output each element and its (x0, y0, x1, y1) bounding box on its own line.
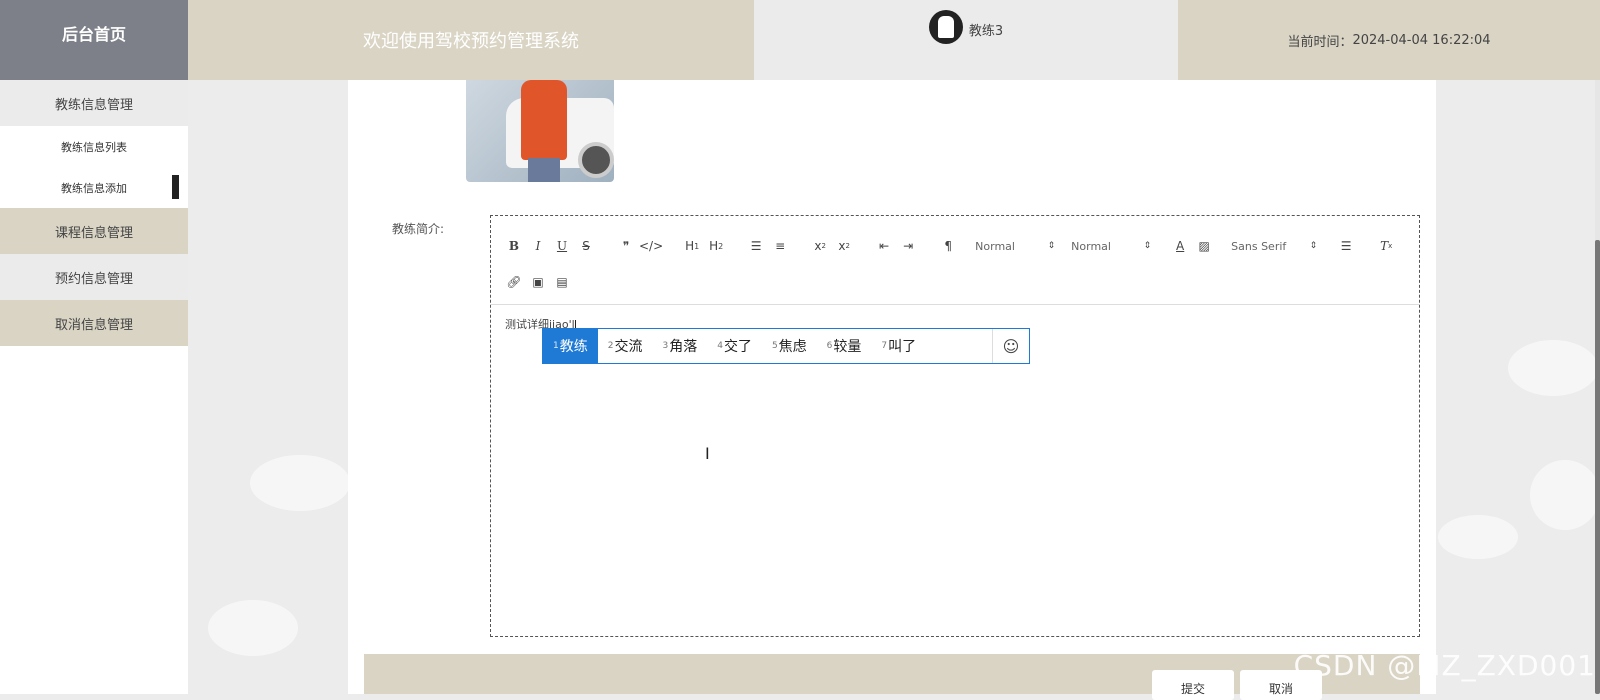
text-color-icon[interactable]: A (1169, 234, 1191, 258)
ime-candidate-text: 焦虑 (778, 339, 807, 355)
superscript-icon[interactable]: x2 (833, 234, 855, 258)
toolbar-row: B I U S ❞ </> H1 H2 ☰ ≡ x2 x2 ⇤ ⇥ ¶ Norm… (503, 234, 1399, 258)
ime-candidate-bar: 1 教练 2 交流 3 角落 4 交了 5 焦虑 6 较量 7 叫了 ☺ (542, 328, 1030, 364)
bullet-list-icon[interactable]: ≡ (769, 234, 791, 258)
header-select[interactable]: Normal ⇕ (975, 234, 1055, 258)
photo-legs (528, 158, 560, 182)
ime-candidate[interactable]: 6 较量 (817, 329, 872, 363)
chevron-updown-icon: ⇕ (1143, 241, 1152, 251)
sidebar-group-booking-info[interactable]: 预约信息管理 (0, 254, 188, 300)
scrollbar-thumb[interactable] (1595, 240, 1600, 694)
coach-photo[interactable] (466, 80, 614, 182)
ime-candidate[interactable]: 1 教练 (543, 329, 598, 363)
emoji-icon[interactable]: ☺ (992, 329, 1029, 363)
intro-label: 教练简介: (392, 222, 445, 236)
submit-button[interactable]: 提交 (1152, 670, 1234, 700)
toolbar-row: 🔗︎ ▣ ▤ (503, 270, 575, 294)
ime-candidate[interactable]: 4 交了 (707, 329, 762, 363)
ime-candidate[interactable]: 7 叫了 (871, 329, 926, 363)
chevron-updown-icon: ⇕ (1309, 241, 1318, 251)
image-icon[interactable]: ▣ (527, 270, 549, 294)
ime-candidate-text: 教练 (559, 339, 588, 355)
video-icon[interactable]: ▤ (551, 270, 573, 294)
background-color-icon[interactable]: ▨ (1193, 234, 1215, 258)
ibeam-cursor-icon: I (705, 444, 710, 463)
ime-candidate-number: 6 (826, 341, 833, 351)
indent-icon[interactable]: ⇥ (897, 234, 919, 258)
outdent-icon[interactable]: ⇤ (873, 234, 895, 258)
strike-icon[interactable]: S (575, 234, 597, 258)
ime-candidate-number: 7 (881, 341, 888, 351)
ime-candidate-number: 2 (607, 341, 614, 351)
ime-candidate-text: 较量 (833, 339, 862, 355)
italic-icon[interactable]: I (527, 234, 549, 258)
ime-candidate-number: 4 (717, 341, 723, 351)
background-bubble (1530, 460, 1600, 530)
ime-candidate[interactable]: 2 交流 (598, 329, 653, 363)
ime-candidate-text: 角落 (669, 339, 698, 355)
blockquote-icon[interactable]: ❞ (615, 234, 637, 258)
header-select-value: Normal (975, 239, 1015, 253)
size-select[interactable]: Normal ⇕ (1071, 234, 1151, 258)
ime-candidate-number: 5 (771, 341, 778, 351)
sidebar: 教练信息管理 教练信息列表 教练信息添加 课程信息管理 预约信息管理 取消信息管… (0, 80, 188, 694)
ime-candidate-text: 交了 (723, 339, 752, 355)
background-bubble (1508, 340, 1598, 396)
sidebar-item-coach-add[interactable]: 教练信息添加 (0, 167, 188, 208)
h1-icon[interactable]: H1 (681, 234, 703, 258)
ordered-list-icon[interactable]: ☰ (745, 234, 767, 258)
size-select-value: Normal (1071, 239, 1111, 253)
rich-text-editor[interactable]: B I U S ❞ </> H1 H2 ☰ ≡ x2 x2 ⇤ ⇥ ¶ Norm… (490, 215, 1420, 637)
clear-format-icon[interactable]: Tx (1375, 234, 1397, 258)
welcome-banner: 欢迎使用驾校预约管理系统 (188, 0, 754, 80)
main-panel: 教练简介: B I U S ❞ </> H1 H2 ☰ ≡ x2 x2 ⇤ ⇥ … (348, 80, 1436, 700)
ime-candidate[interactable]: 5 焦虑 (762, 329, 817, 363)
background-bubble (1438, 515, 1518, 559)
user-info[interactable]: 教练3 (754, 0, 1178, 80)
code-icon[interactable]: </> (639, 234, 663, 258)
font-select-value: Sans Serif (1231, 239, 1287, 253)
ime-candidate-text: 交流 (614, 339, 643, 355)
sidebar-group-cancel-info[interactable]: 取消信息管理 (0, 300, 188, 346)
watermark: CSDN @MZ_ZXD001 (1293, 649, 1596, 682)
sidebar-item-label: 教练信息添加 (61, 181, 127, 195)
form-actions: 提交 取消 (364, 654, 1420, 700)
h2-icon[interactable]: H2 (705, 234, 727, 258)
rtl-icon[interactable]: ¶ (937, 234, 959, 258)
avatar (928, 10, 963, 44)
underline-icon[interactable]: U (551, 234, 573, 258)
font-select[interactable]: Sans Serif ⇕ (1231, 234, 1317, 258)
background-bubble (208, 600, 298, 656)
time-value: 2024-04-04 16:22:04 (1352, 32, 1491, 48)
link-icon[interactable]: 🔗︎ (503, 270, 525, 294)
sidebar-item-coach-list[interactable]: 教练信息列表 (0, 126, 188, 167)
active-marker (172, 175, 179, 199)
chevron-updown-icon: ⇕ (1047, 241, 1056, 251)
photo-person (521, 80, 567, 160)
ime-candidate-number: 3 (662, 341, 669, 351)
username: 教练3 (968, 24, 1004, 39)
sidebar-item-label: 教练信息列表 (61, 140, 127, 154)
ime-candidate-number: 1 (553, 341, 559, 351)
align-icon[interactable]: ☰ (1335, 234, 1357, 258)
time-label: 当前时间： (1287, 34, 1353, 50)
subscript-icon[interactable]: x2 (809, 234, 831, 258)
ime-candidate-text: 叫了 (888, 339, 917, 355)
sidebar-group-coach-info[interactable]: 教练信息管理 (0, 80, 188, 126)
ime-candidate[interactable]: 3 角落 (652, 329, 707, 363)
background-bubble (250, 455, 350, 511)
home-link[interactable]: 后台首页 (0, 0, 188, 80)
current-time: 当前时间： 2024-04-04 16:22:04 (1178, 0, 1600, 80)
top-bar: 后台首页 欢迎使用驾校预约管理系统 教练3 当前时间： 2024-04-04 1… (0, 0, 1600, 80)
bold-icon[interactable]: B (503, 234, 525, 258)
sidebar-group-course-info[interactable]: 课程信息管理 (0, 208, 188, 254)
editor-toolbar: B I U S ❞ </> H1 H2 ☰ ≡ x2 x2 ⇤ ⇥ ¶ Norm… (491, 216, 1419, 305)
photo-wheel (578, 142, 614, 178)
